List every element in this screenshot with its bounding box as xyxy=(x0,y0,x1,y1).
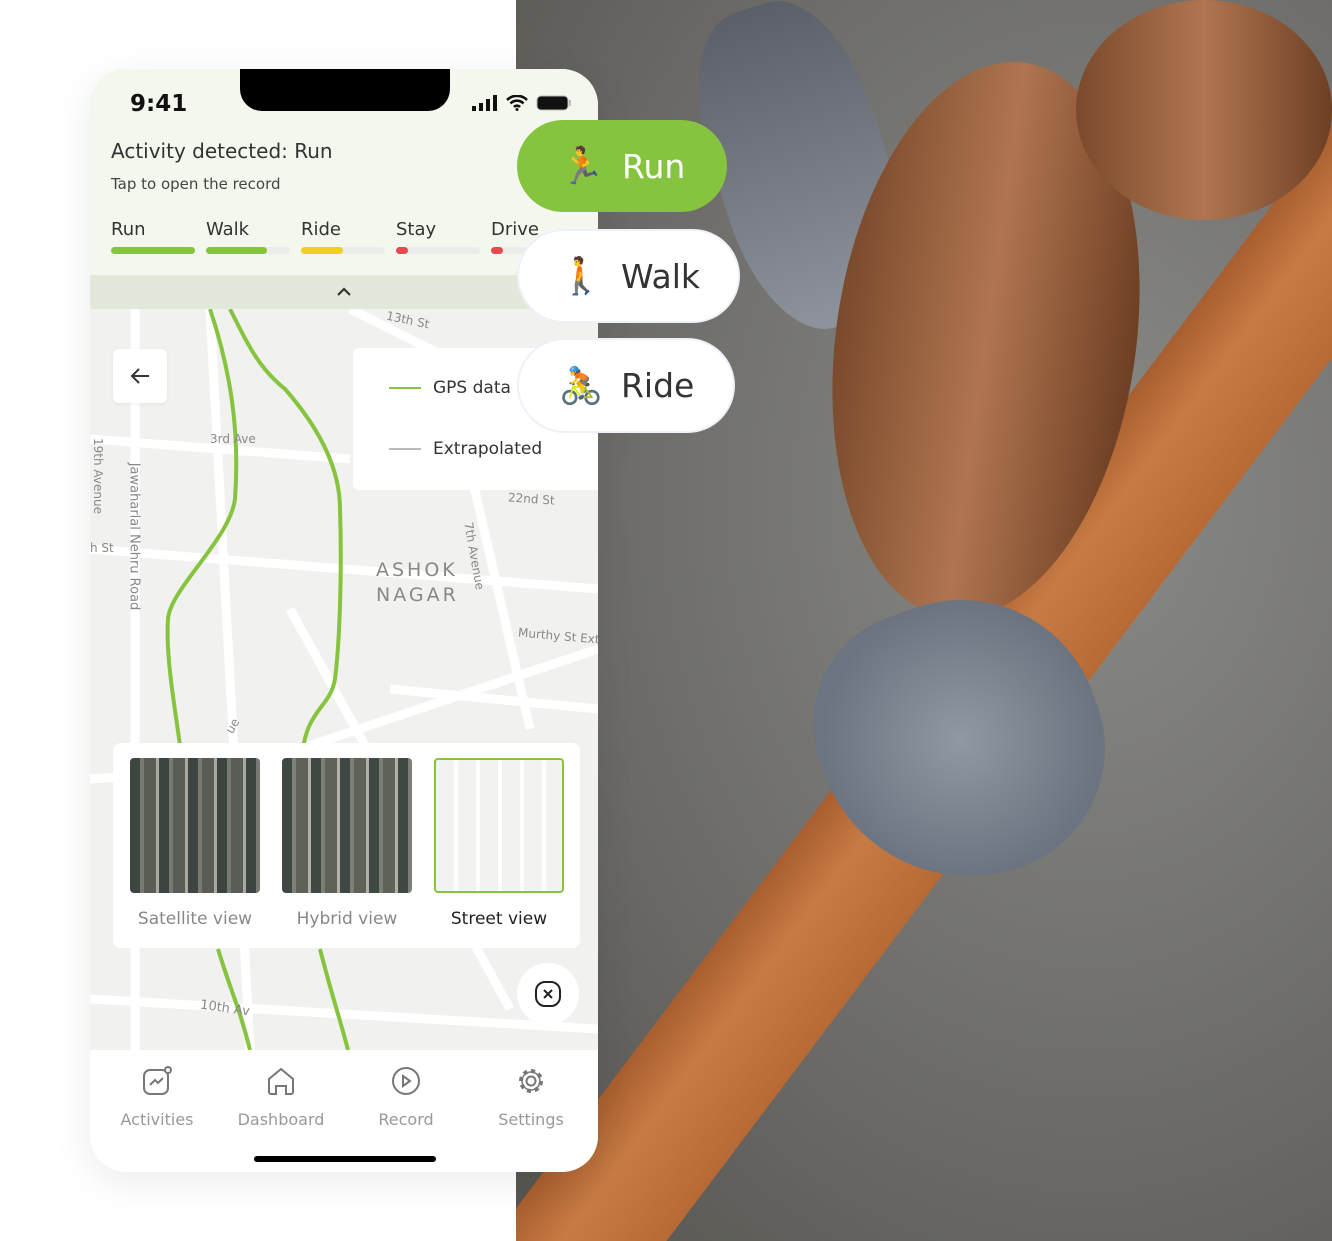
gps-line-swatch xyxy=(389,387,421,389)
nav-dashboard[interactable]: Dashboard xyxy=(221,1066,341,1129)
status-time: 9:41 xyxy=(130,91,188,117)
street-thumbnail xyxy=(434,758,564,893)
play-icon xyxy=(392,1067,420,1095)
map-label: 19th Avenue xyxy=(90,438,105,514)
activity-label: Run xyxy=(111,219,146,240)
map-view-selector: Satellite view Hybrid view Street view xyxy=(113,743,580,948)
notification-subtitle: Tap to open the record xyxy=(111,175,281,193)
map-label: 3rd Ave xyxy=(210,432,256,446)
running-shoe xyxy=(781,560,1141,920)
close-icon xyxy=(535,981,561,1007)
view-label: Satellite view xyxy=(137,909,253,929)
activity-level-bar xyxy=(301,247,385,254)
activity-level-bar xyxy=(206,247,290,254)
wifi-icon xyxy=(506,95,528,111)
close-button[interactable] xyxy=(517,963,579,1025)
activity-level-bar xyxy=(396,247,480,254)
activity-label: Stay xyxy=(396,219,437,240)
activity-pill-ride[interactable]: 🚴 Ride xyxy=(519,340,733,431)
activity-ride: Ride xyxy=(301,219,385,254)
street-view-option[interactable]: Street view xyxy=(434,758,564,929)
activities-icon xyxy=(143,1066,172,1095)
view-label: Street view xyxy=(450,909,548,929)
activity-level-bar xyxy=(111,247,195,254)
map-label: NAGAR xyxy=(376,584,459,606)
hybrid-thumbnail xyxy=(282,758,412,893)
notch xyxy=(240,69,450,111)
pill-label: Walk xyxy=(621,256,701,296)
bottom-nav: Activities Dashboard Record Settings xyxy=(90,1050,598,1172)
map-label: h St xyxy=(90,541,114,555)
home-indicator[interactable] xyxy=(254,1156,436,1162)
legend-gps: GPS data xyxy=(433,378,511,398)
home-icon xyxy=(268,1067,294,1095)
activity-level-fill xyxy=(111,247,195,254)
arrow-left-icon xyxy=(130,368,149,384)
satellite-thumbnail xyxy=(130,758,260,893)
legend-extrapolated: Extrapolated xyxy=(433,439,543,459)
extrapolated-line-swatch xyxy=(389,448,421,450)
nav-settings[interactable]: Settings xyxy=(471,1066,591,1129)
running-icon: 🏃 xyxy=(559,146,605,187)
pill-label: Ride xyxy=(621,366,695,405)
map-label: ASHOK xyxy=(376,559,458,581)
nav-record[interactable]: Record xyxy=(346,1066,466,1129)
activity-level-fill xyxy=(206,247,268,254)
nav-label: Record xyxy=(378,1110,434,1129)
back-button[interactable] xyxy=(113,349,167,403)
nav-label: Activities xyxy=(120,1110,194,1129)
activity-pill-run[interactable]: 🏃 Run xyxy=(517,120,727,212)
notification-title: Activity detected: Run xyxy=(111,139,333,163)
status-icons xyxy=(472,95,572,111)
activity-label: Ride xyxy=(301,219,342,240)
walking-icon: 🚶 xyxy=(558,256,604,297)
activity-pill-walk[interactable]: 🚶 Walk xyxy=(519,231,738,321)
nav-activities[interactable]: Activities xyxy=(97,1066,217,1129)
phone-screen: 9:41 Activity detected: Run Tap to open … xyxy=(90,69,598,1172)
activity-run: Run xyxy=(111,219,195,254)
activity-level-fill xyxy=(396,247,408,254)
satellite-view-option[interactable]: Satellite view xyxy=(130,758,260,929)
activity-levels: Run Walk Ride Stay Drive xyxy=(111,219,575,254)
chevron-up-icon xyxy=(337,287,351,296)
activity-walk: Walk xyxy=(206,219,290,254)
map-label: Jawaharlal Nehru Road xyxy=(126,462,142,611)
activity-level-fill xyxy=(491,247,503,254)
activity-label: Walk xyxy=(206,219,250,240)
activity-stay: Stay xyxy=(396,219,480,254)
pill-label: Run xyxy=(622,146,686,186)
hybrid-view-option[interactable]: Hybrid view xyxy=(282,758,412,929)
view-label: Hybrid view xyxy=(296,909,398,929)
gear-icon xyxy=(519,1069,543,1093)
thigh xyxy=(1076,0,1332,220)
activity-level-fill xyxy=(301,247,343,254)
nav-label: Dashboard xyxy=(237,1110,325,1129)
cycling-icon: 🚴 xyxy=(558,365,604,407)
nav-label: Settings xyxy=(498,1110,564,1129)
battery-icon xyxy=(536,95,571,111)
signal-icon xyxy=(472,95,497,111)
